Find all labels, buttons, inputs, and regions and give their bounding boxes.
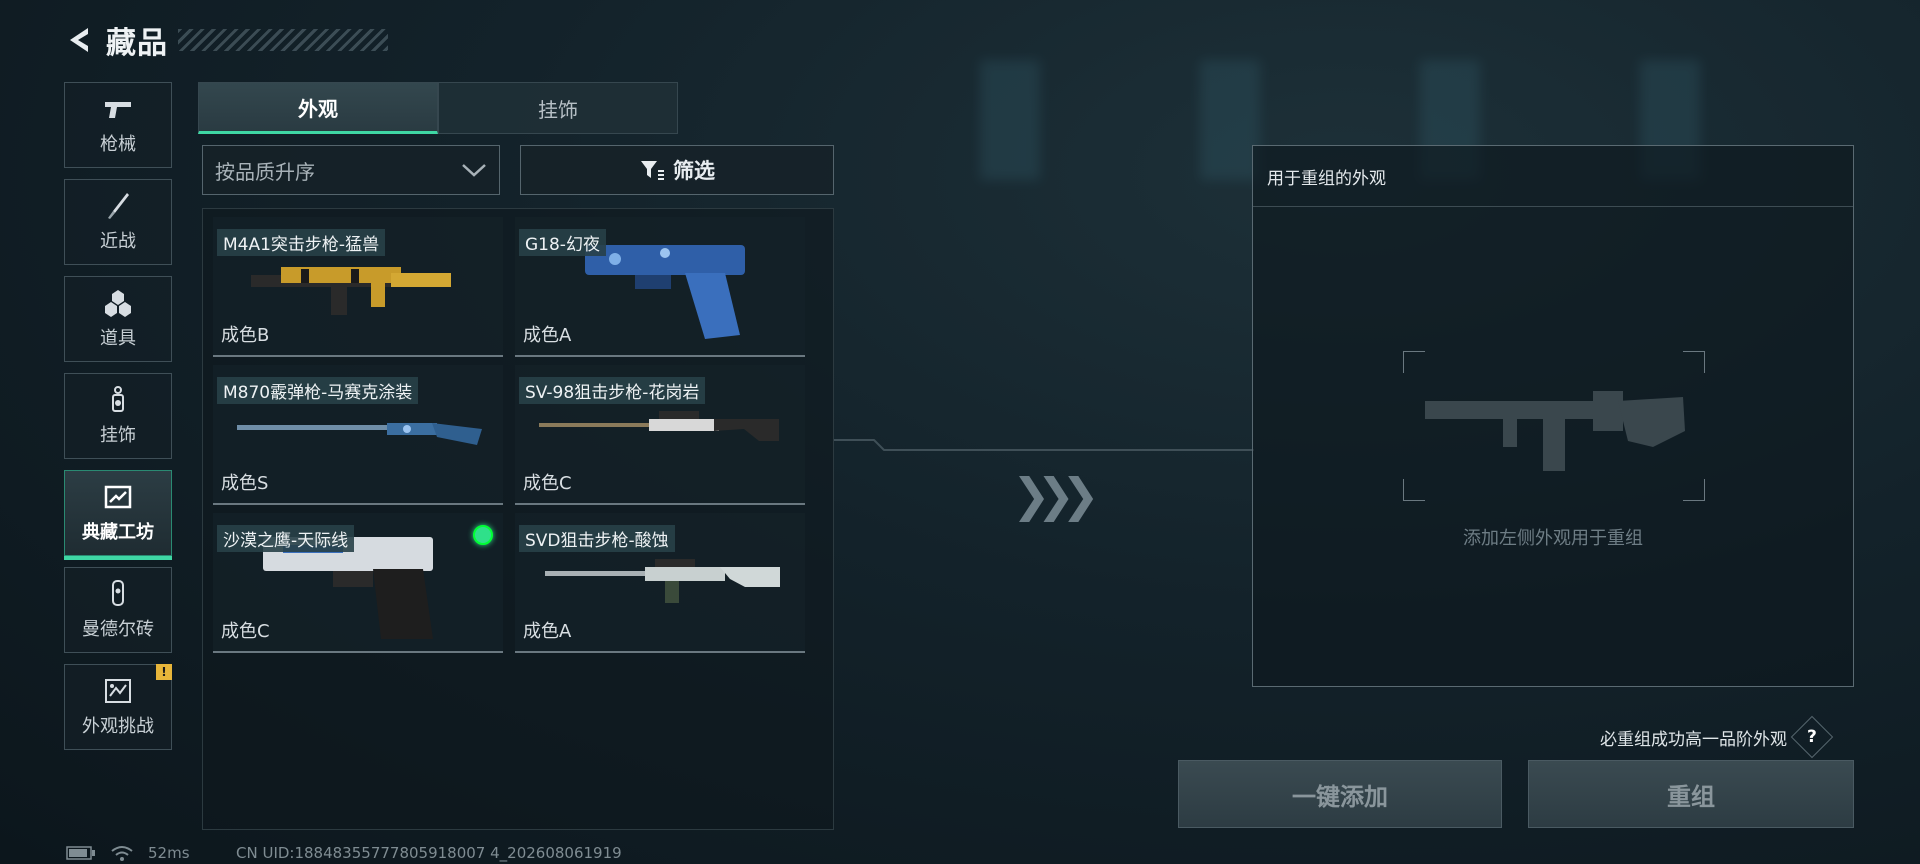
skin-grade: 成色C xyxy=(221,621,270,642)
chevron-down-icon xyxy=(462,164,486,177)
skin-grade: 成色C xyxy=(523,473,572,494)
sniper-rifle-image xyxy=(539,411,779,441)
sidebar: 枪械 近战 道具 挂饰 典藏工坊 曼德尔砖 ! 外观挑战 xyxy=(64,82,174,761)
filter-label: 筛选 xyxy=(673,159,715,183)
sidebar-item-items[interactable]: 道具 xyxy=(64,276,172,362)
sidebar-item-label: 枪械 xyxy=(100,134,136,155)
shotgun-image xyxy=(237,423,482,445)
top-bar: 藏品 xyxy=(64,20,388,61)
skin-grid: M4A1突击步枪-猛兽 成色B G18-幻夜 成色A M870霰弹枪-马赛克涂装… xyxy=(202,208,834,830)
reform-panel: 用于重组的外观 添加左侧外观用于重组 xyxy=(1252,145,1854,687)
page-title: 藏品 xyxy=(106,26,168,61)
skin-grade: 成色A xyxy=(523,621,572,642)
quick-add-button[interactable]: 一键添加 xyxy=(1178,760,1502,828)
brick-icon xyxy=(112,580,124,606)
skin-card-m870[interactable]: M870霰弹枪-马赛克涂装 成色S xyxy=(213,365,503,505)
filter-button[interactable]: 筛选 xyxy=(520,145,834,195)
sort-dropdown[interactable]: 按品质升序 xyxy=(202,145,500,195)
warning-badge: ! xyxy=(156,664,172,680)
sidebar-item-guns[interactable]: 枪械 xyxy=(64,82,172,168)
sidebar-item-charms[interactable]: 挂饰 xyxy=(64,373,172,459)
empty-slot-rifle-icon[interactable] xyxy=(1403,351,1705,501)
rifle-image xyxy=(251,267,451,315)
connector-line xyxy=(834,439,1254,451)
sidebar-item-label: 近战 xyxy=(100,231,136,252)
reform-button[interactable]: 重组 xyxy=(1528,760,1854,828)
challenge-icon xyxy=(105,679,131,703)
title-decoration xyxy=(178,29,388,51)
selected-indicator xyxy=(473,525,493,545)
back-arrow-icon[interactable] xyxy=(64,24,96,56)
sidebar-item-label: 典藏工坊 xyxy=(82,522,154,543)
workshop-icon xyxy=(104,485,132,509)
skin-name: 沙漠之鹰-天际线 xyxy=(217,525,355,552)
reform-hint: 添加左侧外观用于重组 xyxy=(1463,528,1643,549)
wifi-icon xyxy=(111,846,133,861)
help-icon: ? xyxy=(1807,727,1817,747)
reform-guarantee: 必重组成功高一品阶外观 ? xyxy=(1600,715,1834,759)
knife-icon xyxy=(108,193,129,219)
skin-card-g18[interactable]: G18-幻夜 成色A xyxy=(515,217,805,357)
user-uid: CN UID:18848355777805918007 4_2026080619… xyxy=(236,844,622,862)
category-tabs: 外观 挂饰 xyxy=(198,82,678,134)
guarantee-text: 必重组成功高一品阶外观 xyxy=(1600,729,1787,750)
skin-grade: 成色A xyxy=(523,325,572,346)
charm-icon xyxy=(112,386,124,412)
skin-card-deagle[interactable]: 沙漠之鹰-天际线 成色C xyxy=(213,513,503,653)
skin-name: M4A1突击步枪-猛兽 xyxy=(217,229,386,256)
items-icon xyxy=(105,290,131,317)
sort-label: 按品质升序 xyxy=(215,159,315,184)
skin-name: SV-98狙击步枪-花岗岩 xyxy=(519,377,706,404)
skin-card-svd[interactable]: SVD狙击步枪-酸蚀 成色A xyxy=(515,513,805,653)
sidebar-item-melee[interactable]: 近战 xyxy=(64,179,172,265)
sidebar-item-brick[interactable]: 曼德尔砖 xyxy=(64,567,172,653)
sidebar-item-label: 道具 xyxy=(100,328,136,349)
skin-grade: 成色B xyxy=(221,325,270,346)
status-bar: 52ms xyxy=(66,844,190,862)
arrow-chevrons-icon: ❯❯❯ xyxy=(1012,468,1100,522)
sidebar-item-label: 外观挑战 xyxy=(82,716,154,737)
skin-grade: 成色S xyxy=(221,473,269,494)
sniper-rifle-image xyxy=(545,559,780,603)
skin-name: M870霰弹枪-马赛克涂装 xyxy=(217,377,419,404)
skin-card-sv98[interactable]: SV-98狙击步枪-花岗岩 成色C xyxy=(515,365,805,505)
pistol-icon xyxy=(105,102,131,118)
tab-appearance[interactable]: 外观 xyxy=(198,82,438,134)
sidebar-item-label: 曼德尔砖 xyxy=(82,619,154,640)
tab-charms[interactable]: 挂饰 xyxy=(438,82,678,134)
ping-value: 52ms xyxy=(148,844,190,862)
skin-name: SVD狙击步枪-酸蚀 xyxy=(519,525,675,552)
sidebar-item-challenge[interactable]: ! 外观挑战 xyxy=(64,664,172,750)
reform-panel-header: 用于重组的外观 xyxy=(1253,146,1853,207)
battery-icon xyxy=(66,846,95,860)
sidebar-item-label: 挂饰 xyxy=(100,425,136,446)
skin-name: G18-幻夜 xyxy=(519,229,606,256)
help-button[interactable]: ? xyxy=(1790,715,1834,759)
skin-card-m4a1[interactable]: M4A1突击步枪-猛兽 成色B xyxy=(213,217,503,357)
sidebar-item-workshop[interactable]: 典藏工坊 xyxy=(64,470,172,560)
filter-icon xyxy=(641,161,664,180)
